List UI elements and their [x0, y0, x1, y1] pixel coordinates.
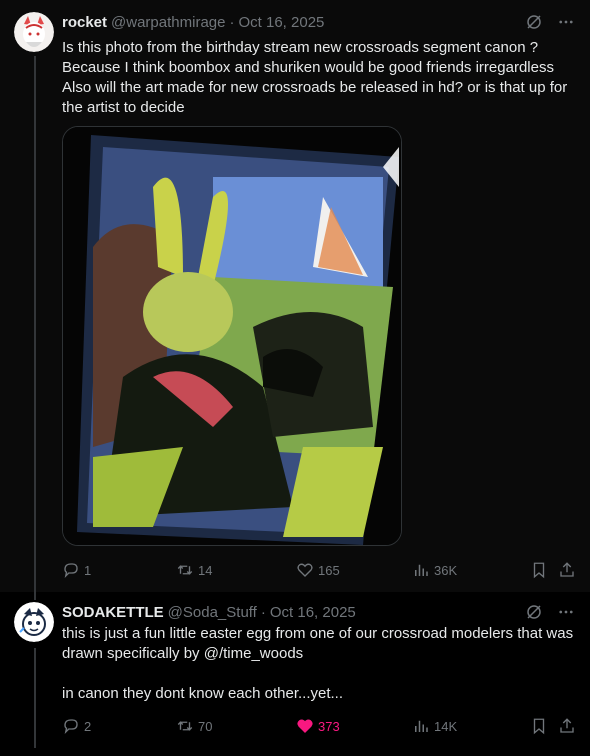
post-date[interactable]: Oct 16, 2025 — [238, 14, 324, 31]
post-header: SODAKETTLE @Soda_Stuff · Oct 16, 2025 — [62, 602, 576, 622]
grok-icon[interactable] — [524, 12, 544, 32]
repost-icon — [177, 565, 193, 575]
display-name[interactable]: SODAKETTLE — [62, 604, 164, 621]
more-icon[interactable] — [556, 602, 576, 622]
separator: · — [260, 603, 266, 621]
like-icon-filled — [297, 719, 313, 733]
views-icon — [415, 564, 428, 576]
views-icon — [415, 720, 428, 732]
user-handle[interactable]: @Soda_Stuff — [168, 604, 257, 621]
post-date[interactable]: Oct 16, 2025 — [270, 604, 356, 621]
like-icon — [297, 563, 313, 577]
post-rocket[interactable]: rocket @warpathmirage · Oct 16, 2025 Is … — [0, 0, 590, 592]
like-count: 165 — [318, 562, 340, 578]
share-icon — [560, 562, 574, 577]
repost-icon — [177, 721, 193, 731]
repost-button[interactable]: 70 — [176, 716, 212, 736]
repost-count: 70 — [198, 718, 213, 734]
thread-line-top — [34, 592, 36, 600]
views-button[interactable]: 14K — [412, 716, 457, 736]
post-sodakettle[interactable]: SODAKETTLE @Soda_Stuff · Oct 16, 2025 th… — [0, 592, 590, 756]
thread-line — [34, 56, 36, 592]
view-count: 14K — [434, 718, 458, 734]
reply-icon — [64, 563, 78, 579]
post-text: this is just a fun little easter egg fro… — [62, 625, 574, 702]
bookmark-button[interactable] — [530, 560, 548, 580]
separator: · — [229, 13, 235, 31]
thread-line — [34, 648, 36, 748]
avatar-sodakettle[interactable] — [14, 602, 54, 642]
post-text: Is this photo from the birthday stream n… — [62, 39, 568, 116]
post-image[interactable] — [62, 126, 402, 546]
like-button[interactable]: 165 — [296, 560, 340, 580]
more-icon[interactable] — [556, 12, 576, 32]
post-header: rocket @warpathmirage · Oct 16, 2025 — [62, 12, 576, 32]
repost-button[interactable]: 14 — [176, 560, 212, 580]
repost-count: 14 — [198, 562, 213, 578]
avatar-rocket[interactable] — [14, 12, 54, 52]
bookmark-icon — [533, 562, 545, 579]
user-handle[interactable]: @warpathmirage — [111, 14, 225, 31]
reply-count: 2 — [84, 718, 92, 734]
grok-icon[interactable] — [524, 602, 544, 622]
view-count: 36K — [434, 562, 458, 578]
action-bar: 2 70 373 14K — [62, 716, 576, 736]
reply-button[interactable]: 2 — [62, 716, 91, 736]
display-name[interactable]: rocket — [62, 14, 107, 31]
bookmark-icon — [533, 718, 545, 735]
reply-count: 1 — [84, 562, 92, 578]
reply-icon — [64, 719, 78, 735]
share-icon — [560, 718, 574, 733]
share-button[interactable] — [558, 560, 576, 580]
like-button[interactable]: 373 — [296, 716, 340, 736]
views-button[interactable]: 36K — [412, 560, 457, 580]
reply-button[interactable]: 1 — [62, 560, 91, 580]
like-count: 373 — [318, 718, 340, 734]
share-button[interactable] — [558, 716, 576, 736]
bookmark-button[interactable] — [530, 716, 548, 736]
action-bar: 1 14 165 36K — [62, 560, 576, 580]
